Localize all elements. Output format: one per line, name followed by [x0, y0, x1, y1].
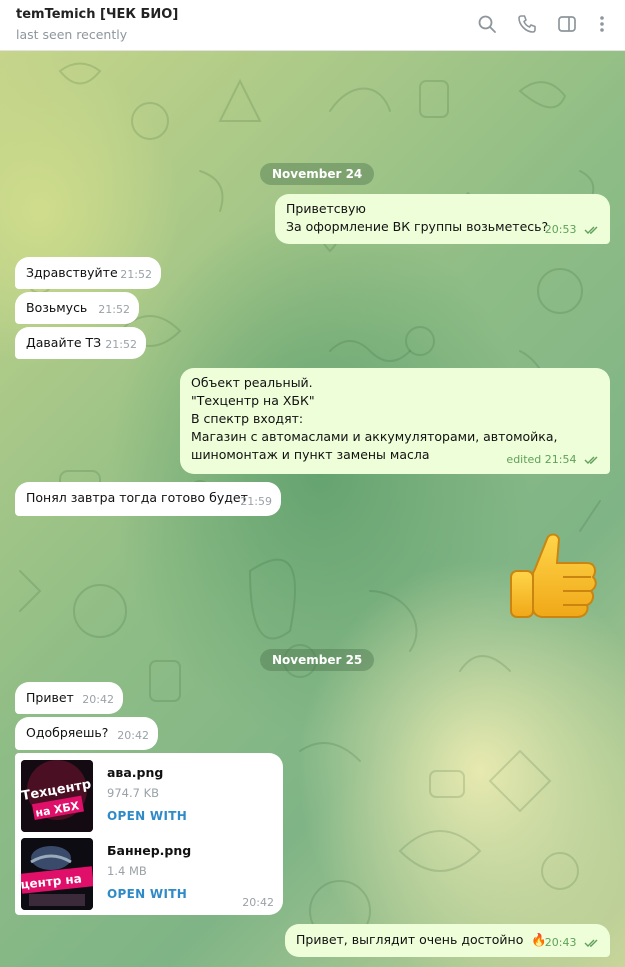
message-text: Привет, выглядит очень достойно	[296, 932, 524, 947]
image-preview: Техцентр на ХБХ	[21, 760, 93, 832]
file-attachments-message[interactable]: Техцентр на ХБХ ава.png 974.7 KB OPEN WI…	[15, 753, 283, 915]
file-thumbnail[interactable]: центр на	[21, 838, 93, 910]
image-preview: центр на	[21, 838, 93, 910]
thumbs-up-sticker[interactable]	[505, 529, 601, 629]
search-icon[interactable]	[476, 13, 498, 35]
phone-icon[interactable]	[516, 13, 538, 35]
chat-header: temTemich [ЧЕК БИО] last seen recently	[0, 0, 625, 51]
message-text: Понял завтра тогда готово будет	[26, 490, 248, 505]
outgoing-message[interactable]: Привет, выглядит очень достойно 🔥 20:43	[285, 924, 610, 957]
message-time: 20:42	[117, 729, 149, 742]
incoming-message[interactable]: Понял завтра тогда готово будет 21:59	[15, 482, 281, 516]
message-meta: 20:53	[545, 221, 602, 239]
date-separator: November 24	[260, 163, 375, 185]
message-text: Давайте ТЗ	[26, 335, 102, 350]
incoming-message[interactable]: Одобряешь? 20:42	[15, 717, 158, 750]
message-text-line: Объект реальный.	[191, 375, 313, 390]
incoming-message[interactable]: Возьмусь 21:52	[15, 292, 139, 324]
double-check-icon	[584, 939, 598, 947]
incoming-message[interactable]: Здравствуйте 21:52	[15, 257, 161, 289]
outgoing-message[interactable]: Объект реальный. "Техцентр на ХБК" В спе…	[180, 368, 610, 474]
message-list[interactable]: November 24 Приветсвую За оформление ВК …	[0, 51, 625, 967]
sidebar-toggle-icon[interactable]	[556, 13, 578, 35]
more-vertical-icon[interactable]	[591, 13, 613, 35]
file-size: 974.7 KB	[107, 786, 160, 800]
message-time: 20:53	[544, 223, 577, 236]
message-text-line: Магазин с автомаслами и аккумуляторами, …	[191, 429, 558, 444]
chat-title[interactable]: temTemich [ЧЕК БИО]	[16, 7, 178, 22]
file-name[interactable]: ава.png	[107, 765, 163, 780]
message-text: Здравствуйте	[26, 265, 118, 280]
open-with-link[interactable]: OPEN WITH	[107, 887, 187, 901]
message-meta: 20:43	[545, 934, 602, 952]
message-time: edited 21:54	[506, 453, 577, 466]
message-time: 20:42	[242, 896, 274, 909]
telegram-chat-window: temTemich [ЧЕК БИО] last seen recently N…	[0, 0, 625, 967]
message-text: Привет	[26, 690, 74, 705]
message-text: Одобряешь?	[26, 725, 109, 740]
chat-status: last seen recently	[16, 27, 128, 42]
message-text-line: "Техцентр на ХБК"	[191, 393, 315, 408]
outgoing-message[interactable]: Приветсвую За оформление ВК группы возьм…	[275, 194, 610, 244]
double-check-icon	[584, 456, 598, 464]
message-meta: edited 21:54	[506, 451, 602, 469]
message-time: 21:52	[98, 303, 130, 316]
open-with-link[interactable]: OPEN WITH	[107, 809, 187, 823]
message-time: 21:52	[120, 268, 152, 281]
message-time: 20:42	[82, 693, 114, 706]
double-check-icon	[584, 226, 598, 234]
date-separator: November 25	[260, 649, 375, 671]
file-name[interactable]: Баннер.png	[107, 843, 191, 858]
message-time: 21:59	[240, 495, 272, 508]
message-text-line: Приветсвую	[286, 201, 366, 216]
file-size: 1.4 MB	[107, 864, 147, 878]
incoming-message[interactable]: Давайте ТЗ 21:52	[15, 327, 146, 359]
message-text: Возьмусь	[26, 300, 88, 315]
message-time: 20:43	[544, 936, 577, 949]
message-text-line: В спектр входят:	[191, 411, 304, 426]
message-time: 21:52	[105, 338, 137, 351]
incoming-message[interactable]: Привет 20:42	[15, 682, 123, 714]
file-thumbnail[interactable]: Техцентр на ХБХ	[21, 760, 93, 832]
